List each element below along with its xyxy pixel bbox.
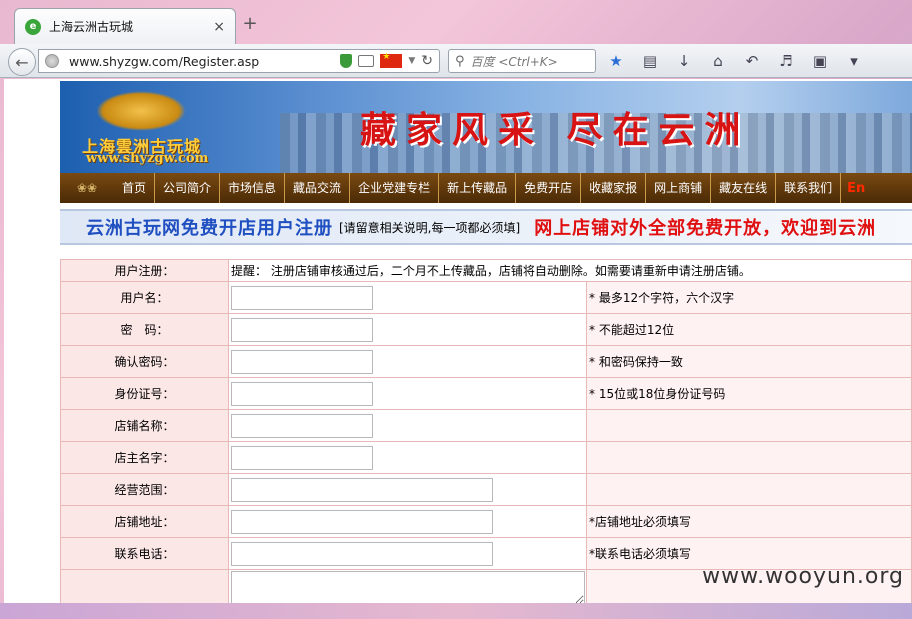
shop-name-label: 店铺名称： [60,409,229,442]
phone-label: 联系电话： [60,537,229,570]
confirm-password-label: 确认密码： [60,345,229,378]
banner-slogan: 藏家风采 尽在云洲 [360,109,751,151]
phone-input[interactable] [231,541,493,566]
registration-title: 云洲古玩网免费开店用户注册 [86,218,333,239]
window-frame-bottom [0,603,912,619]
undo-icon[interactable]: ↶ [742,52,762,70]
home-icon[interactable]: ⌂ [708,52,728,70]
registration-note: [请留意相关说明,每一项都必须填] [339,220,521,235]
password-label: 密 码： [60,313,229,346]
dropdown-icon[interactable]: ▼ [408,56,415,66]
table-row: 身份证号： * 15位或18位身份证号码 [60,377,912,410]
bookmarks-list-icon[interactable]: ▤ [640,52,660,70]
new-tab-button[interactable]: + [240,14,260,34]
tab-bar: e 上海云洲古玩城 × + [0,0,912,44]
table-row: 店铺地址： *店铺地址必须填写 [60,505,912,538]
business-scope-hint [586,473,912,506]
watermark: www.wooyun.org [702,564,904,589]
download-icon[interactable]: ↓ [674,52,694,70]
nav-ornament-icon: ❀❀ [76,181,98,195]
table-row: 用户名： * 最多12个字符，六个汉字 [60,281,912,314]
description-textarea[interactable] [231,570,585,603]
logo-url: www.shyzgw.com [86,151,209,166]
username-label: 用户名： [60,281,229,314]
nav-item-exchange[interactable]: 藏品交流 [285,173,351,203]
owner-name-input[interactable] [231,445,373,470]
nav-item-market[interactable]: 市场信息 [220,173,286,203]
search-icon: ⚲ [455,53,465,69]
web-page: 上海雲洲古玩城 www.shyzgw.com 藏家风采 尽在云洲 ❀❀ 首页 公… [4,79,912,603]
table-row: 店铺名称： [60,409,912,442]
site-favicon-icon: e [25,18,41,35]
marquee-text: 网上店铺对外全部免费开放，欢迎到云洲 [534,218,877,239]
id-number-hint: * 15位或18位身份证号码 [586,377,912,410]
china-flag-icon[interactable] [380,52,403,68]
shop-address-input[interactable] [231,509,493,534]
search-bar[interactable]: ⚲ 百度 <Ctrl+K> [448,49,596,73]
crop-icon[interactable]: ▣ [810,52,830,70]
site-banner: 上海雲洲古玩城 www.shyzgw.com 藏家风采 尽在云洲 [60,81,912,173]
reader-icon[interactable] [358,55,375,67]
main-navigation: ❀❀ 首页 公司简介 市场信息 藏品交流 企业党建专栏 新上传藏品 免费开店 收… [60,173,912,203]
owner-name-label: 店主名字： [60,441,229,474]
bookmark-star-icon[interactable]: ★ [606,52,626,70]
tab-title: 上海云洲古玩城 [49,20,134,34]
table-row: 密 码： * 不能超过12位 [60,313,912,346]
nav-item-online-shops[interactable]: 网上商铺 [646,173,712,203]
nav-item-new-items[interactable]: 新上传藏品 [439,173,517,203]
shield-icon[interactable] [340,54,353,68]
browser-toolbar: ← www.shyzgw.com/Register.asp ▼ ↻ ⚲ 百度 <… [0,44,912,78]
nav-item-collector-news[interactable]: 收藏家报 [581,173,647,203]
reload-icon[interactable]: ↻ [421,53,433,69]
table-row: 店主名字： [60,441,912,474]
notice-text: 提醒： 注册店铺审核通过后，二个月不上传藏品，店铺将自动删除。如需要请重新申请注… [228,259,912,282]
menu-icon[interactable]: ▾ [844,52,864,70]
nav-item-english[interactable]: En [841,181,865,196]
table-row: 确认密码： * 和密码保持一致 [60,345,912,378]
registration-title-strip: 云洲古玩网免费开店用户注册 [请留意相关说明,每一项都必须填] 网上店铺对外全部… [60,209,912,245]
url-text[interactable]: www.shyzgw.com/Register.asp [69,54,340,69]
id-number-label: 身份证号： [60,377,229,410]
globe-icon [45,54,59,68]
password-input[interactable] [231,317,373,342]
nav-item-about[interactable]: 公司简介 [155,173,221,203]
shop-name-hint [586,409,912,442]
id-number-input[interactable] [231,381,373,406]
browser-tab[interactable]: e 上海云洲古玩城 × [14,8,236,44]
nav-item-party[interactable]: 企业党建专栏 [350,173,440,203]
username-hint: * 最多12个字符，六个汉字 [586,281,912,314]
business-scope-input[interactable] [231,477,493,502]
close-tab-icon[interactable]: × [213,19,225,35]
table-row: 经营范围： [60,473,912,506]
speaker-icon[interactable]: ♬ [776,52,796,70]
nav-item-home[interactable]: 首页 [114,173,156,203]
back-arrow-icon[interactable]: ← [8,48,36,76]
table-row: 用户注册： 提醒： 注册店铺审核通过后，二个月不上传藏品，店铺将自动删除。如需要… [60,259,912,282]
nav-item-contact[interactable]: 联系我们 [776,173,842,203]
notice-label: 用户注册： [60,259,229,282]
password-hint: * 不能超过12位 [586,313,912,346]
address-bar[interactable]: www.shyzgw.com/Register.asp ▼ ↻ [38,49,440,73]
registration-form: 用户注册： 提醒： 注册店铺审核通过后，二个月不上传藏品，店铺将自动删除。如需要… [60,259,912,603]
shop-name-input[interactable] [231,413,373,438]
shop-address-hint: *店铺地址必须填写 [586,505,912,538]
shop-address-label: 店铺地址： [60,505,229,538]
username-input[interactable] [231,285,373,310]
business-scope-label: 经营范围： [60,473,229,506]
confirm-password-hint: * 和密码保持一致 [586,345,912,378]
extra-label [60,569,229,603]
dragon-horse-logo-icon [96,91,186,131]
nav-item-friends-online[interactable]: 藏友在线 [711,173,777,203]
search-placeholder[interactable]: 百度 <Ctrl+K> [471,53,558,70]
nav-item-free-shop[interactable]: 免费开店 [516,173,582,203]
page-margin [4,79,60,603]
confirm-password-input[interactable] [231,349,373,374]
owner-name-hint [586,441,912,474]
